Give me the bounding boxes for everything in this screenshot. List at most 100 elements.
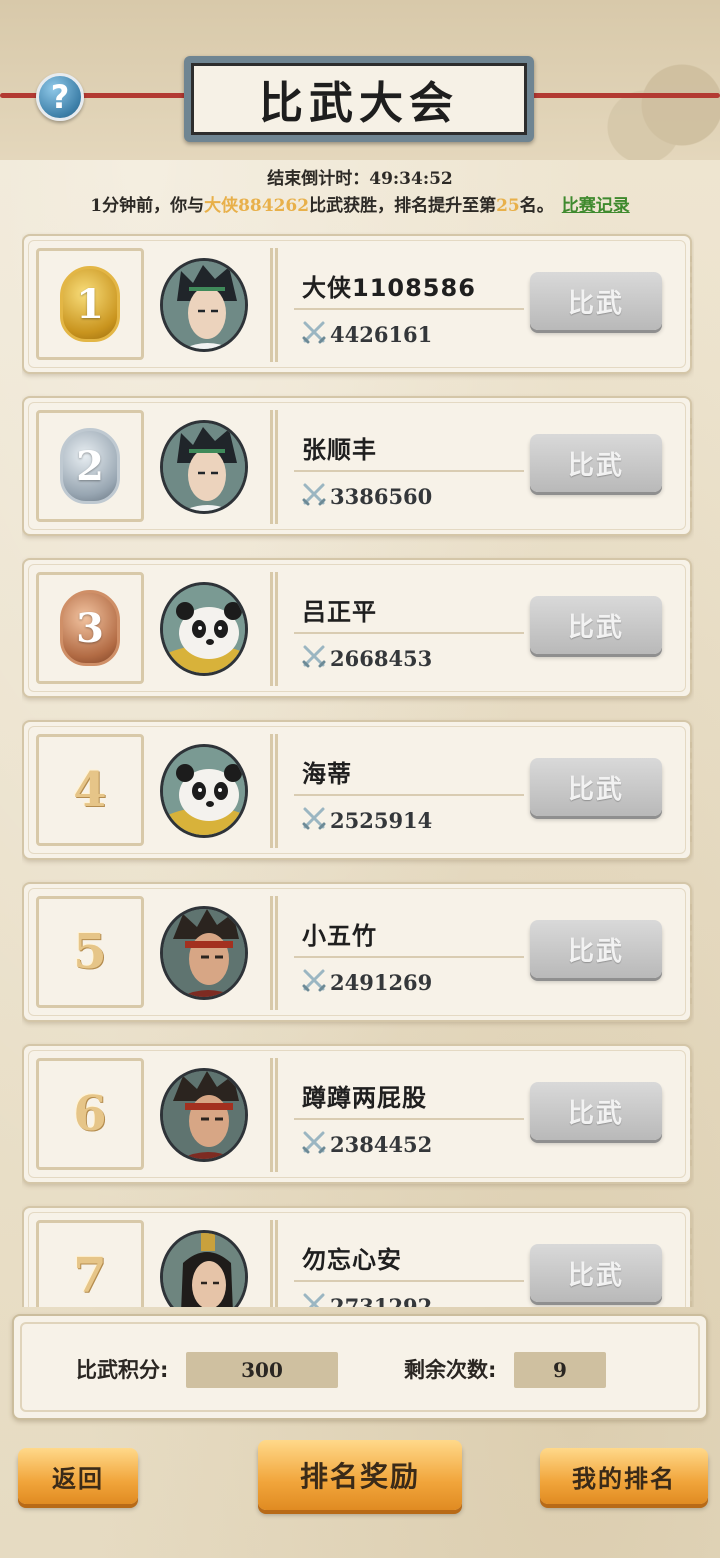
score-value: 300 — [186, 1352, 338, 1388]
divider — [294, 794, 524, 796]
card-edge-decoration — [682, 1228, 692, 1307]
player-name: 蹲蹲两屁股 — [302, 1084, 427, 1112]
divider — [294, 470, 524, 472]
avatar[interactable] — [160, 1068, 248, 1162]
combat-power-value: 2668453 — [330, 645, 433, 671]
combat-power-value: 3386560 — [330, 483, 433, 509]
combat-power-value: 2731292 — [330, 1293, 433, 1308]
rank-card: 5 小五竹 2491269 比武 — [22, 882, 692, 1022]
rank-number: 7 — [73, 1248, 107, 1304]
avatar[interactable] — [160, 744, 248, 838]
card-edge-decoration — [682, 1066, 692, 1166]
challenge-button[interactable]: 比武 — [530, 920, 662, 978]
news-prefix: 1分钟前，你与 — [90, 196, 205, 216]
avatar[interactable] — [160, 258, 248, 352]
rank-number: 3 — [76, 604, 104, 652]
divider — [294, 308, 524, 310]
bottom-bar: 返回 排名奖励 我的排名 — [0, 1430, 720, 1558]
card-edge-decoration — [682, 904, 692, 1004]
rank-card: 7 勿忘心安 2731292 比武 — [22, 1206, 692, 1307]
ranking-list[interactable]: 1 大侠1108586 4426161 比武 2 张顺丰 3386560 比武 3 吕正平 2668… — [22, 232, 694, 1307]
rank-rewards-button[interactable]: 排名奖励 — [258, 1440, 462, 1510]
combat-power: 2731292 — [302, 1292, 432, 1307]
divider — [270, 410, 278, 524]
rank-badge: 4 — [36, 734, 144, 846]
challenge-button[interactable]: 比武 — [530, 1082, 662, 1140]
avatar[interactable] — [160, 1230, 248, 1307]
rank-badge: 5 — [36, 896, 144, 1008]
divider — [294, 1280, 524, 1282]
news-rank: 25 — [496, 196, 520, 216]
challenge-button[interactable]: 比武 — [530, 596, 662, 654]
help-button[interactable]: ? — [36, 73, 84, 121]
divider — [270, 734, 278, 848]
crossed-swords-icon — [302, 806, 326, 834]
player-name: 海蒂 — [302, 760, 352, 788]
crossed-swords-icon — [302, 320, 326, 348]
combat-power-value: 2525914 — [330, 807, 433, 833]
news-opponent: 大侠884262 — [204, 196, 310, 216]
divider — [294, 632, 524, 634]
player-name: 张顺丰 — [302, 436, 377, 464]
combat-power-value: 4426161 — [330, 321, 433, 347]
avatar[interactable] — [160, 906, 248, 1000]
player-name: 吕正平 — [302, 598, 377, 626]
crossed-swords-icon — [302, 482, 326, 510]
avatar[interactable] — [160, 582, 248, 676]
crossed-swords-icon — [302, 644, 326, 672]
divider — [270, 572, 278, 686]
combat-power: 2668453 — [302, 644, 432, 672]
rank-card: 3 吕正平 2668453 比武 — [22, 558, 692, 698]
divider — [294, 956, 524, 958]
rank-badge: 6 — [36, 1058, 144, 1170]
card-edge-decoration — [682, 256, 692, 356]
divider — [294, 1118, 524, 1120]
rank-card: 2 张顺丰 3386560 比武 — [22, 396, 692, 536]
rank-badge: 2 — [36, 410, 144, 522]
combat-power: 4426161 — [302, 320, 432, 348]
challenge-button[interactable]: 比武 — [530, 1244, 662, 1302]
remaining-value: 9 — [514, 1352, 606, 1388]
battle-news: 1分钟前，你与大侠884262比武获胜，排名提升至第25名。 比赛记录 — [0, 191, 720, 216]
rank-card: 1 大侠1108586 4426161 比武 — [22, 234, 692, 374]
bronze-medal-icon: 3 — [60, 590, 120, 666]
my-rank-button[interactable]: 我的排名 — [540, 1448, 708, 1504]
match-record-link[interactable]: 比赛记录 — [562, 196, 630, 216]
rank-number: 6 — [73, 1086, 107, 1142]
combat-power: 2525914 — [302, 806, 432, 834]
rank-number: 1 — [76, 280, 104, 328]
news-middle: 比武获胜，排名提升至第 — [309, 196, 497, 216]
player-name: 小五竹 — [302, 922, 377, 950]
challenge-button[interactable]: 比武 — [530, 758, 662, 816]
avatar[interactable] — [160, 420, 248, 514]
cloud-decoration — [530, 50, 720, 160]
page-title: 比武大会 — [191, 63, 527, 135]
card-edge-decoration — [682, 418, 692, 518]
player-name: 大侠1108586 — [302, 274, 476, 302]
divider — [270, 248, 278, 362]
silver-medal-icon: 2 — [60, 428, 120, 504]
title-plaque: 比武大会 — [184, 56, 534, 142]
crossed-swords-icon — [302, 1130, 326, 1158]
rank-card: 4 海蒂 2525914 比武 — [22, 720, 692, 860]
card-edge-decoration — [682, 742, 692, 842]
combat-power: 2384452 — [302, 1130, 432, 1158]
rank-card: 6 蹲蹲两屁股 2384452 比武 — [22, 1044, 692, 1184]
rank-number: 5 — [73, 924, 107, 980]
challenge-button[interactable]: 比武 — [530, 434, 662, 492]
challenge-button[interactable]: 比武 — [530, 272, 662, 330]
combat-power-value: 2384452 — [330, 1131, 433, 1157]
rank-badge: 7 — [36, 1220, 144, 1307]
divider — [270, 896, 278, 1010]
stats-panel: 比武积分: 300 剩余次数: 9 — [12, 1314, 708, 1420]
score-label: 比武积分: — [76, 1358, 169, 1382]
rank-number: 2 — [76, 442, 104, 490]
rank-number: 4 — [73, 762, 107, 818]
divider — [270, 1058, 278, 1172]
back-button[interactable]: 返回 — [18, 1448, 138, 1504]
remaining-label: 剩余次数: — [404, 1358, 497, 1382]
rank-badge: 3 — [36, 572, 144, 684]
divider — [270, 1220, 278, 1307]
news-suffix: 名。 — [519, 196, 554, 216]
combat-power-value: 2491269 — [330, 969, 433, 995]
